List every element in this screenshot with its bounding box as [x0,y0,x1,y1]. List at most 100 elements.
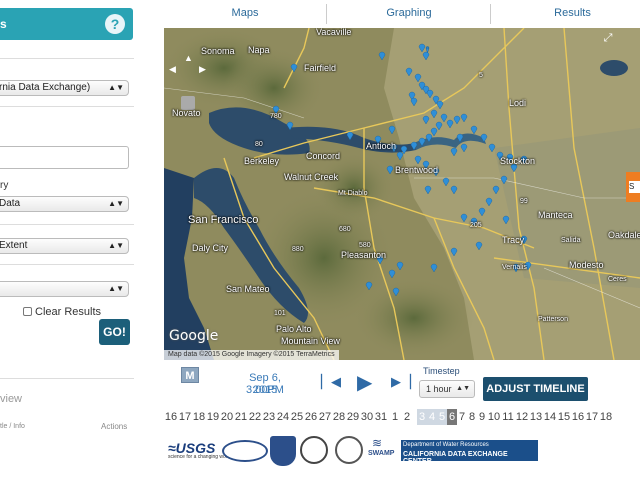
select-arrows-icon: ▲▼ [108,241,124,250]
city-label: Walnut Creek [284,172,339,182]
city-label: Daly City [192,243,229,253]
results-title: view [0,393,23,405]
timestep-select[interactable]: 1 hour ▲▼ [419,380,475,398]
clear-results-label: Clear Results [35,306,102,318]
city-label: Napa [248,45,270,55]
filter-select[interactable]: ▲▼ [0,281,129,297]
search-input[interactable] [0,146,129,169]
timeline-day[interactable]: 22 [248,411,262,423]
city-label: Salida [561,237,581,244]
timeline-day[interactable]: 24 [276,411,290,423]
adjust-timeline-button[interactable]: ADJUST TIMELINE [483,377,588,401]
select-arrows-icon: ▲▼ [108,284,124,293]
timeline-day[interactable]: 14 [543,411,557,423]
city-label: Mountain View [281,336,340,346]
selected-station-marker[interactable]: S [626,172,640,202]
timeline-day[interactable]: 17 [178,411,192,423]
timeline-day[interactable]: 11 [501,411,515,423]
timeline-day[interactable]: 28 [332,411,346,423]
timeline-day[interactable]: 5 [437,409,447,425]
timestep-select-value: 1 hour [426,384,452,394]
california-shield-logo [270,436,296,466]
city-label: San Francisco [188,214,259,226]
water-board-seal-logo [335,436,363,464]
city-label: Lodi [509,98,527,108]
divider [0,224,134,225]
city-label: Brentwood [395,165,439,175]
highway-shield: 880 [292,246,304,253]
timeline-day[interactable]: 7 [457,411,467,423]
dwr-cdec-logo: Department of Water Resources CALIFORNIA… [401,440,538,465]
marker-label: S [629,181,640,193]
swamp-wave-icon: ≋ [372,436,383,450]
select-arrows-icon: ▲▼ [456,385,470,392]
timeline-day[interactable]: 16 [164,411,178,423]
city-label: Stockton [500,156,536,166]
step-back-icon[interactable]: ▏◀ [321,374,341,390]
timeline-day[interactable]: 17 [585,411,599,423]
timeline-day[interactable]: 8 [467,411,477,423]
data-type-select[interactable]: Data ▲▼ [0,196,129,212]
timeline-day[interactable]: 16 [571,411,585,423]
timeline-day[interactable]: 6 [447,409,457,425]
timeline-day[interactable]: 27 [318,411,332,423]
timeline-day[interactable]: 4 [427,409,437,425]
tab-graphing[interactable]: Graphing [360,2,458,26]
timeline-m-icon[interactable]: M [181,367,199,383]
timeline-day[interactable]: 1 [390,411,400,423]
select-arrows-icon: ▲▼ [108,199,124,208]
timeline-day[interactable]: 18 [192,411,206,423]
divider [0,264,134,265]
search-panel: s ? rnia Data Exchange) ▲▼ ry Data ▲▼ Ex… [0,0,134,480]
agency-select[interactable]: rnia Data Exchange) ▲▼ [0,80,129,96]
timeline-day[interactable]: 31 [374,411,388,423]
timestep-label: Timestep [423,366,460,376]
step-forward-icon[interactable]: ▶▕ [391,374,411,390]
timeline-day[interactable]: 9 [477,411,487,423]
go-button[interactable]: GO! [99,319,130,345]
timeline-day[interactable]: 25 [290,411,304,423]
divider [0,106,134,107]
landmark-label: Mt Diablo [338,190,368,197]
tab-divider [490,4,491,24]
map-terrain [164,28,640,360]
help-icon[interactable]: ? [105,14,125,34]
panel-title: s [0,17,7,31]
fullscreen-icon[interactable]: ⤢ [600,32,616,48]
city-label: Fairfield [304,63,337,73]
tab-divider [326,4,327,24]
timeline-day[interactable]: 2 [402,411,412,423]
play-icon[interactable]: ▶ [357,370,372,395]
timeline-day[interactable]: 30 [360,411,374,423]
timeline-day[interactable]: 13 [529,411,543,423]
map[interactable]: ▲ ◀ ▶ ⤢ Sonoma Napa Vacaville Fairfield … [164,28,640,360]
panel-header: s ? [0,8,133,40]
city-label: Oakdale [608,230,640,240]
timeline-day[interactable]: 10 [487,411,501,423]
timeline-day[interactable]: 26 [304,411,318,423]
timeline-day[interactable]: 18 [599,411,613,423]
pan-control[interactable]: ▲ ◀ ▶ [169,53,207,85]
dwr-line2: CALIFORNIA DATA EXCHANGE CENTER [403,451,508,465]
extent-select[interactable]: Extent ▲▼ [0,238,129,254]
divider [0,58,134,59]
pan-right-icon[interactable]: ▶ [199,64,206,75]
timeline-day[interactable]: 19 [206,411,220,423]
timeline-day[interactable]: 23 [262,411,276,423]
tab-maps[interactable]: Maps [196,2,294,26]
pan-left-icon[interactable]: ◀ [169,64,176,75]
timeline-day[interactable]: 12 [515,411,529,423]
timeline-day[interactable]: 3 [417,409,427,425]
agency-select-value: rnia Data Exchange) [0,82,91,93]
city-label: Tracy [502,235,525,245]
timeline-day[interactable]: 21 [234,411,248,423]
highway-shield: 80 [255,141,263,148]
timeline-day[interactable]: 29 [346,411,360,423]
timeline-day[interactable]: 20 [220,411,234,423]
highway-shield: 780 [270,113,282,120]
timeline-day[interactable]: 15 [557,411,571,423]
timeline-time: 3:00PM [246,384,284,396]
pan-up-icon[interactable]: ▲ [184,53,193,63]
tab-results[interactable]: Results [525,2,620,26]
clear-results-checkbox[interactable] [23,307,32,316]
